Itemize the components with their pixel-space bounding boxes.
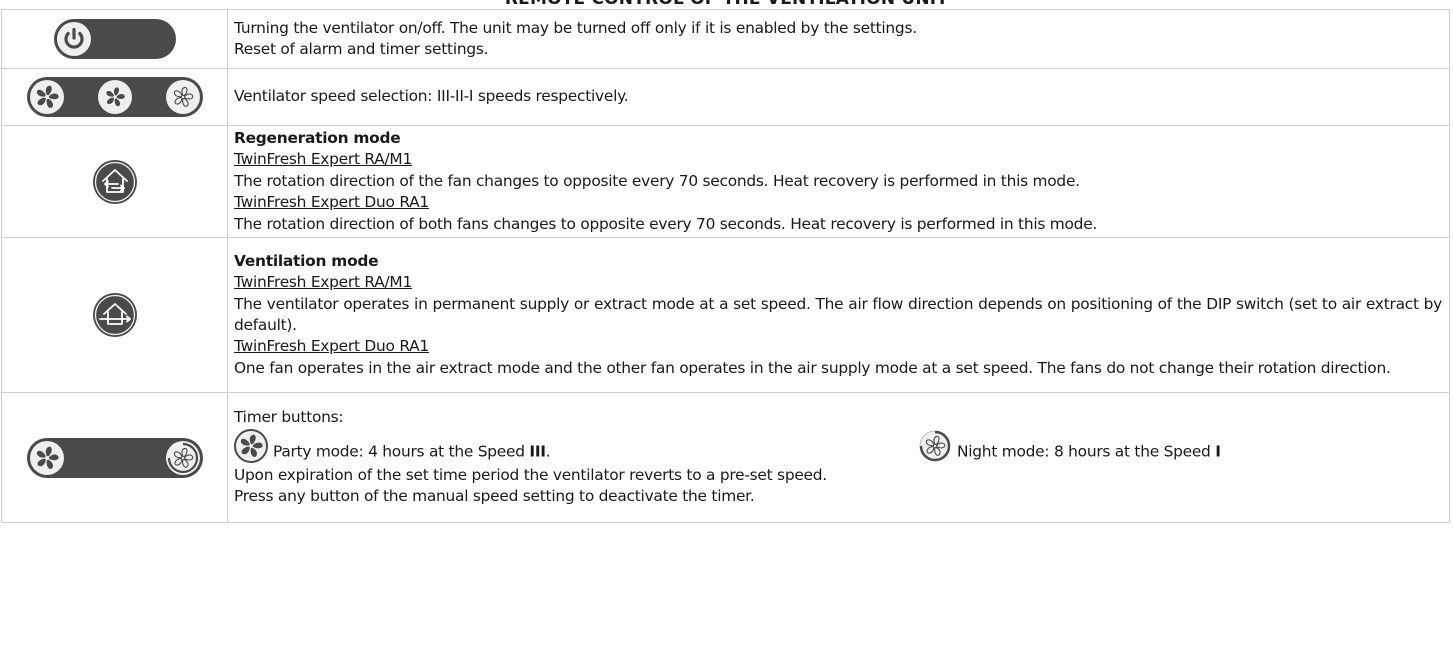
fan-speed-2-button[interactable] — [97, 80, 132, 114]
ventilation-model-2: TwinFresh Expert Duo RA1 — [234, 337, 429, 356]
fan-speed-1-button[interactable] — [165, 80, 200, 114]
timer-line-3: Press any button of the manual speed set… — [234, 487, 755, 506]
speed-button-bar — [26, 77, 203, 117]
night-inline-icon — [919, 430, 951, 462]
ventilation-text-1: The ventilator operates in permanent sup… — [234, 294, 1442, 335]
ventilation-mode-button[interactable] — [92, 292, 138, 338]
party-mode-end: . — [545, 442, 551, 461]
fan-speed-3-button[interactable] — [29, 80, 64, 114]
regeneration-model-2: TwinFresh Expert Duo RA1 — [234, 193, 429, 212]
power-button[interactable] — [53, 18, 177, 60]
table-row-power: Turning the ventilator on/off. The unit … — [1, 9, 1450, 69]
party-timer-button[interactable] — [29, 440, 64, 475]
ventilation-description: Ventilation mode TwinFresh Expert RA/M1 … — [227, 237, 1450, 394]
table-row-speed: Ventilator speed selection: III-II-I spe… — [1, 68, 1450, 126]
timer-modes-line: Party mode: 4 hours at the Speed III. Ni… — [234, 428, 1442, 465]
regeneration-button-cell — [1, 124, 228, 239]
night-mode-speed: I — [1215, 442, 1221, 461]
table-row-timer: Timer buttons: Party mode: 4 hours at th… — [1, 392, 1450, 524]
ventilation-button-cell — [1, 237, 228, 394]
speed-buttons-cell — [1, 68, 228, 126]
speed-description: Ventilator speed selection: III-II-I spe… — [227, 68, 1450, 126]
party-inline-icon — [234, 428, 268, 463]
power-line-2: Reset of alarm and timer settings. — [234, 40, 489, 58]
timer-buttons-cell — [1, 392, 228, 524]
power-description: Turning the ventilator on/off. The unit … — [227, 9, 1450, 69]
timer-intro: Timer buttons: — [234, 408, 344, 427]
power-button-cell — [1, 9, 228, 69]
ventilation-heading: Ventilation mode — [234, 251, 379, 270]
party-mode-text: Party mode: 4 hours at the Speed — [273, 442, 530, 461]
control-table: Turning the ventilator on/off. The unit … — [1, 9, 1450, 524]
power-line-1: Turning the ventilator on/off. The unit … — [234, 18, 917, 37]
ventilation-model-1: TwinFresh Expert RA/M1 — [234, 273, 413, 292]
regeneration-text-2: The rotation direction of both fans chan… — [234, 214, 1098, 233]
ventilation-text-2: One fan operates in the air extract mode… — [234, 358, 1391, 377]
timer-line-2: Upon expiration of the set time period t… — [234, 465, 827, 484]
night-timer-button[interactable] — [165, 440, 200, 475]
night-mode-entry: Night mode: 8 hours at the Speed I — [918, 429, 1221, 463]
regeneration-description: Regeneration mode TwinFresh Expert RA/M1… — [227, 124, 1450, 239]
regeneration-heading: Regeneration mode — [234, 129, 401, 147]
table-row-regeneration: Regeneration mode TwinFresh Expert RA/M1… — [1, 124, 1450, 239]
party-mode-speed: III — [529, 442, 546, 461]
regeneration-text-1: The rotation direction of the fan change… — [234, 171, 1080, 190]
regeneration-model-1: TwinFresh Expert RA/M1 — [234, 150, 413, 169]
regeneration-mode-button[interactable] — [92, 159, 138, 205]
party-mode-entry: Party mode: 4 hours at the Speed III. — [234, 428, 551, 463]
timer-description: Timer buttons: Party mode: 4 hours at th… — [227, 392, 1450, 524]
night-mode-text: Night mode: 8 hours at the Speed — [957, 442, 1216, 461]
table-row-ventilation: Ventilation mode TwinFresh Expert RA/M1 … — [1, 237, 1450, 394]
timer-button-bar — [26, 437, 203, 478]
page-title: REMOTE CONTROL OF THE VENTILATION UNIT — [0, 0, 1453, 9]
